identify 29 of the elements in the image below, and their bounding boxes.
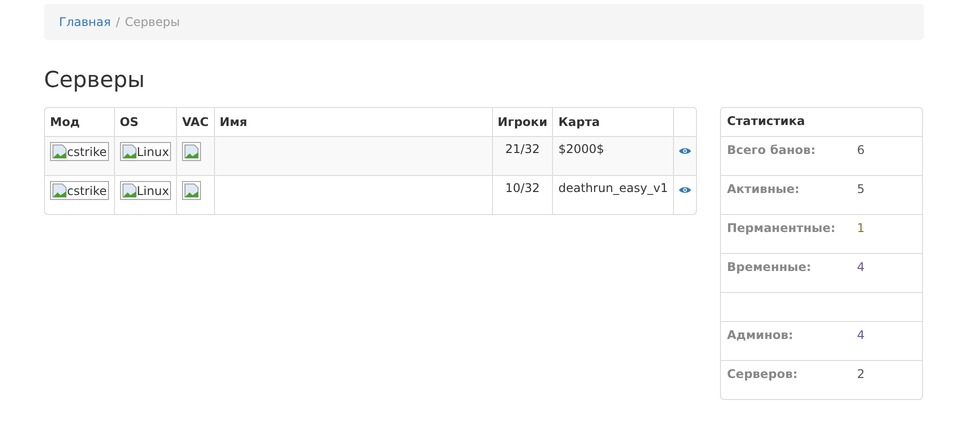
broken-image: cstrike [50, 181, 109, 200]
stat-label: Всего банов: [727, 143, 816, 159]
map-name: deathrun_easy_v1 [558, 181, 668, 195]
breadcrumb-separator: / [116, 15, 120, 29]
stat-label: Серверов: [727, 367, 798, 383]
view-icon[interactable] [679, 147, 691, 155]
broken-image: Linux [120, 181, 172, 200]
breadcrumb-link[interactable]: Главная [59, 15, 111, 29]
broken-image-icon [182, 181, 202, 200]
stat-value: 2 [857, 367, 865, 383]
stat-value: 4 [857, 260, 865, 276]
page-title: Серверы [44, 68, 146, 93]
stat-label: Перманентные: [727, 221, 836, 237]
stat-label: Активные: [727, 182, 800, 198]
stat-label: Временные: [727, 260, 812, 276]
stat-value: 4 [857, 328, 865, 344]
broken-image-icon [182, 142, 202, 161]
stat-value: 6 [857, 143, 865, 159]
stat-value: 1 [857, 221, 865, 237]
panel-title: Статистика [727, 114, 805, 128]
map-name: $2000$ [558, 142, 604, 156]
players-count: 10/32 [505, 181, 540, 195]
stat-label: Админов: [727, 328, 794, 344]
view-icon[interactable] [679, 186, 691, 194]
broken-image: cstrike [50, 142, 109, 161]
broken-image: Linux [120, 142, 172, 161]
players-count: 21/32 [505, 142, 540, 156]
breadcrumb-current: Серверы [124, 15, 180, 29]
stat-value: 5 [857, 182, 865, 198]
